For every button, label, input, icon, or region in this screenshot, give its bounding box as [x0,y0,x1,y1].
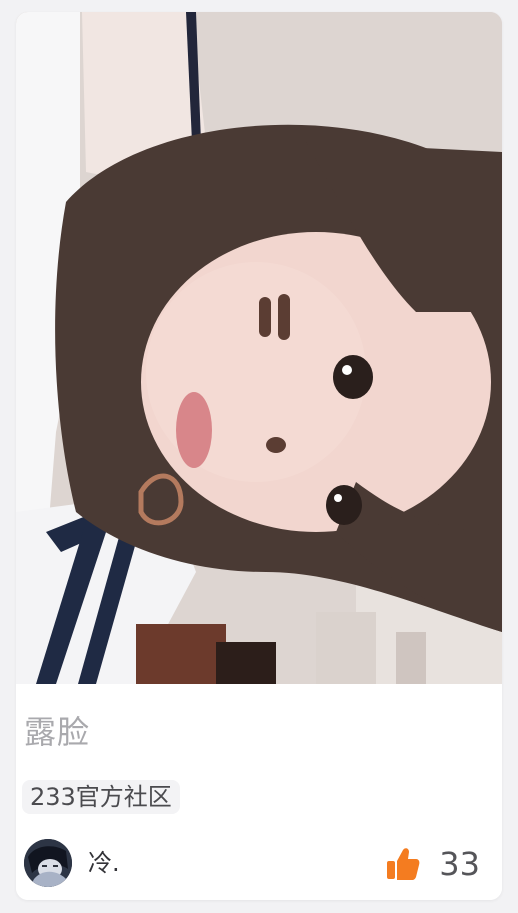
post-title[interactable]: 露脸 [24,712,90,752]
community-tag[interactable]: 233官方社区 [22,780,180,814]
post-footer: 冷. 33 [16,839,502,889]
post-photo[interactable] [16,12,502,684]
post-card[interactable]: 露脸 233官方社区 冷. 33 [16,12,502,900]
author-name[interactable]: 冷. [88,847,120,879]
like-button[interactable]: 33 [385,841,480,887]
like-count: 33 [439,845,480,883]
thumbs-up-icon[interactable] [385,846,421,882]
author-avatar[interactable] [24,839,72,887]
post-meta: 露脸 233官方社区 冷. 33 [16,684,502,900]
